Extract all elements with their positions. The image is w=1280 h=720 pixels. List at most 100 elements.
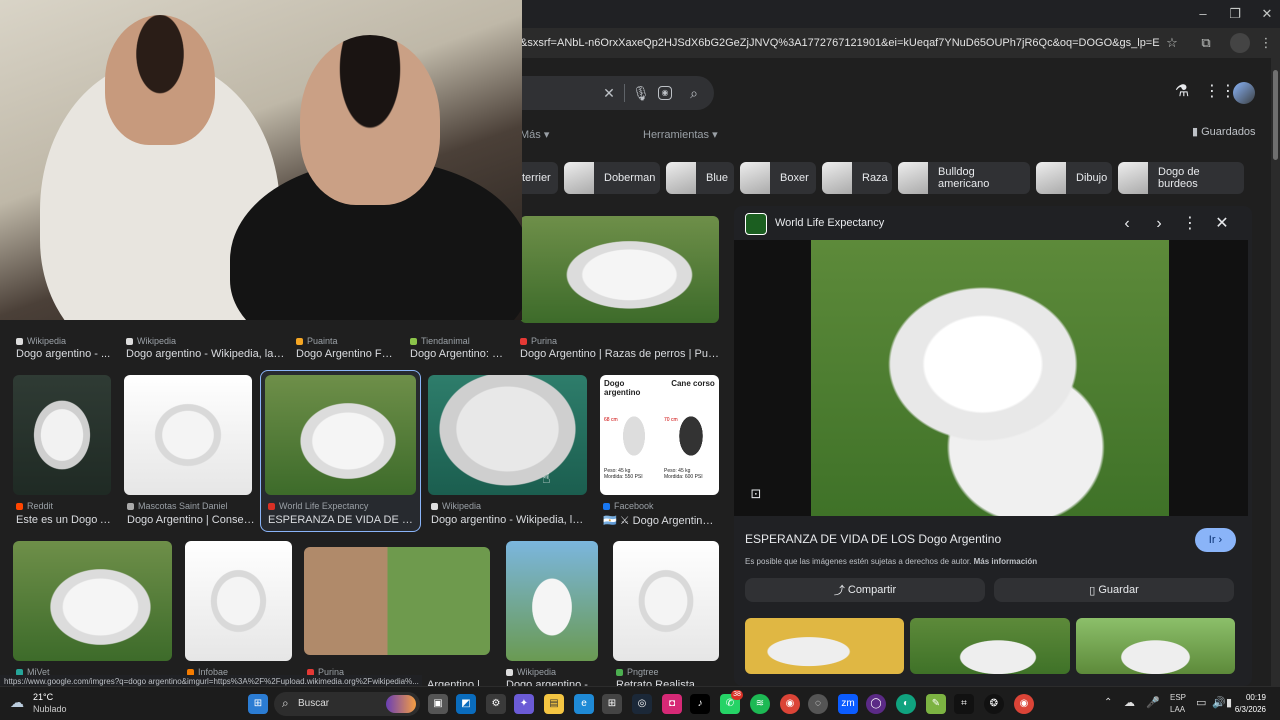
account-avatar[interactable]: [1233, 82, 1255, 104]
related-image[interactable]: [1076, 618, 1235, 674]
zoom-icon[interactable]: zm: [838, 694, 858, 714]
panel-title[interactable]: ESPERANZA DE VIDA DE LOS Dogo Argentino: [745, 532, 1185, 546]
app-icon[interactable]: ◌: [808, 694, 828, 714]
save-button[interactable]: ▯ Guardar: [994, 578, 1234, 602]
tab-tools[interactable]: Herramientas ▾: [643, 128, 718, 141]
result-title[interactable]: ESPERANZA DE VIDA DE LO...: [268, 514, 414, 526]
labs-icon[interactable]: ⚗: [1172, 82, 1192, 102]
lens-search-icon[interactable]: ⊡: [746, 484, 766, 504]
url-text[interactable]: &sxsrf=ANbL-n6OrxXaxeQp2HJSdX6bG2GeZjJNV…: [520, 34, 1160, 52]
chip-bulldog-americano[interactable]: Bulldog americano: [898, 162, 1030, 194]
result-image[interactable]: [304, 547, 490, 655]
more-info-link[interactable]: Más información: [974, 557, 1038, 566]
chip-raza[interactable]: Raza: [822, 162, 892, 194]
result-title[interactable]: Dogo argentino - Wikipedia, la en...: [126, 348, 286, 360]
preview-image[interactable]: [811, 240, 1169, 516]
capcut-icon[interactable]: ⌗: [954, 694, 974, 714]
extensions-icon[interactable]: ⧉: [1196, 33, 1216, 53]
result-source: Facebook: [603, 501, 719, 511]
result-title[interactable]: Dogo argentino - ...: [16, 348, 116, 360]
more-options-icon[interactable]: ⋮: [1180, 214, 1200, 234]
chip-doberman[interactable]: Doberman: [564, 162, 660, 194]
scrollbar-thumb[interactable]: [1273, 70, 1278, 160]
panel-source[interactable]: World Life Expectancy: [775, 217, 884, 229]
result-image[interactable]: [265, 375, 416, 495]
edge-icon[interactable]: e: [574, 694, 594, 714]
result-title[interactable]: 🇦🇷 ⚔ Dogo Argentino v...: [603, 514, 719, 527]
result-image[interactable]: [13, 541, 172, 661]
mic-tray-icon[interactable]: 🎤: [1146, 696, 1160, 709]
clock-date[interactable]: 6/3/2026: [1218, 705, 1266, 714]
result-title[interactable]: Dogo Argentino Fue...: [296, 348, 396, 360]
app-icon[interactable]: ◯: [866, 694, 886, 714]
chip-boxer[interactable]: Boxer: [740, 162, 816, 194]
chrome-icon[interactable]: ◉: [780, 694, 800, 714]
mascotas-icon: [127, 503, 134, 511]
close-panel-icon[interactable]: ✕: [1212, 214, 1232, 234]
result-title[interactable]: Este es un Dogo Ar...: [16, 514, 112, 526]
close-window-icon[interactable]: ✕: [1250, 2, 1280, 26]
minimize-icon[interactable]: –: [1186, 2, 1220, 26]
app-icon[interactable]: ✎: [926, 694, 946, 714]
display-icon[interactable]: ▭: [1196, 696, 1206, 709]
reddit-icon: [16, 503, 23, 511]
result-title[interactable]: Dogo Argentino | Consejo...: [127, 514, 255, 526]
widgets-icon[interactable]: ◩: [456, 694, 476, 714]
result-title[interactable]: Dogo Argentino | Razas de perros | Purin…: [520, 348, 720, 360]
comparison-image[interactable]: Dogo argentino Cane corso 68 cm 70 cm Pe…: [600, 375, 719, 495]
store-icon[interactable]: ⊞: [602, 694, 622, 714]
share-button[interactable]: ⤴ Compartir: [745, 578, 985, 602]
app-icon[interactable]: ⚙: [486, 694, 506, 714]
tiktok-icon[interactable]: ♪: [690, 694, 710, 714]
comparison-right-title: Cane corso: [671, 379, 715, 388]
apps-grid-icon[interactable]: ⋮⋮: [1204, 82, 1236, 102]
more-menu-icon[interactable]: ⋮: [1256, 33, 1276, 53]
result-image[interactable]: [506, 541, 598, 661]
tab-more[interactable]: Más ▾: [520, 128, 549, 141]
app-icon[interactable]: ◐: [896, 694, 916, 714]
mic-icon[interactable]: 🎙: [632, 84, 650, 102]
result-image[interactable]: [428, 375, 587, 495]
chip-blue[interactable]: Blue: [666, 162, 734, 194]
taskview-icon[interactable]: ▣: [428, 694, 448, 714]
comparison-left-title: Dogo argentino: [604, 379, 641, 397]
start-icon[interactable]: ⊞: [248, 694, 268, 714]
result-image[interactable]: [185, 541, 292, 661]
star-icon[interactable]: ☆: [1162, 33, 1182, 53]
file-explorer-icon[interactable]: ▤: [544, 694, 564, 714]
instagram-icon[interactable]: ◘: [662, 694, 682, 714]
clear-icon[interactable]: ✕: [600, 84, 618, 102]
result-image[interactable]: [520, 216, 719, 323]
copilot-icon[interactable]: ✦: [514, 694, 534, 714]
related-image[interactable]: [910, 618, 1070, 674]
cloud-icon[interactable]: ☁: [1124, 696, 1135, 709]
result-title[interactable]: Dogo argentino - Wikipedia, la en...: [431, 514, 589, 526]
search-icon[interactable]: ⌕: [685, 84, 703, 102]
tray-chevron-icon[interactable]: ⌃: [1104, 697, 1112, 708]
clock-time[interactable]: 00:19: [1218, 693, 1266, 702]
chip-dibujo[interactable]: Dibujo: [1036, 162, 1112, 194]
result-image[interactable]: [613, 541, 719, 661]
go-button[interactable]: Ir ›: [1195, 528, 1236, 552]
comparison-left-stats: Peso: 45 kg Mordida: 550 PSI: [604, 468, 643, 480]
result-image[interactable]: [13, 375, 111, 495]
lens-icon[interactable]: ◉: [658, 86, 672, 100]
result-title[interactable]: Dogo Argentino: C...: [410, 348, 504, 360]
result-image[interactable]: [124, 375, 252, 495]
saved-link[interactable]: ▮ Guardados: [1192, 125, 1256, 138]
restore-icon[interactable]: ❐: [1218, 2, 1252, 26]
spotify-icon[interactable]: ≋: [750, 694, 770, 714]
steam-icon[interactable]: ◎: [632, 694, 652, 714]
result-source: Reddit: [16, 501, 116, 511]
chatgpt-icon[interactable]: ❂: [984, 694, 1004, 714]
taskbar-search[interactable]: ⌕ Buscar: [274, 692, 420, 716]
lang-indicator-2[interactable]: LAA: [1170, 705, 1185, 714]
chip-dogo-de-burdeos[interactable]: Dogo de burdeos: [1118, 162, 1244, 194]
related-image[interactable]: [745, 618, 904, 674]
next-icon[interactable]: ›: [1149, 214, 1169, 234]
facebook-icon: [603, 503, 610, 511]
profile-icon[interactable]: [1230, 33, 1250, 53]
chrome-icon[interactable]: ◉: [1014, 694, 1034, 714]
lang-indicator[interactable]: ESP: [1170, 693, 1186, 702]
prev-icon[interactable]: ‹: [1117, 214, 1137, 234]
